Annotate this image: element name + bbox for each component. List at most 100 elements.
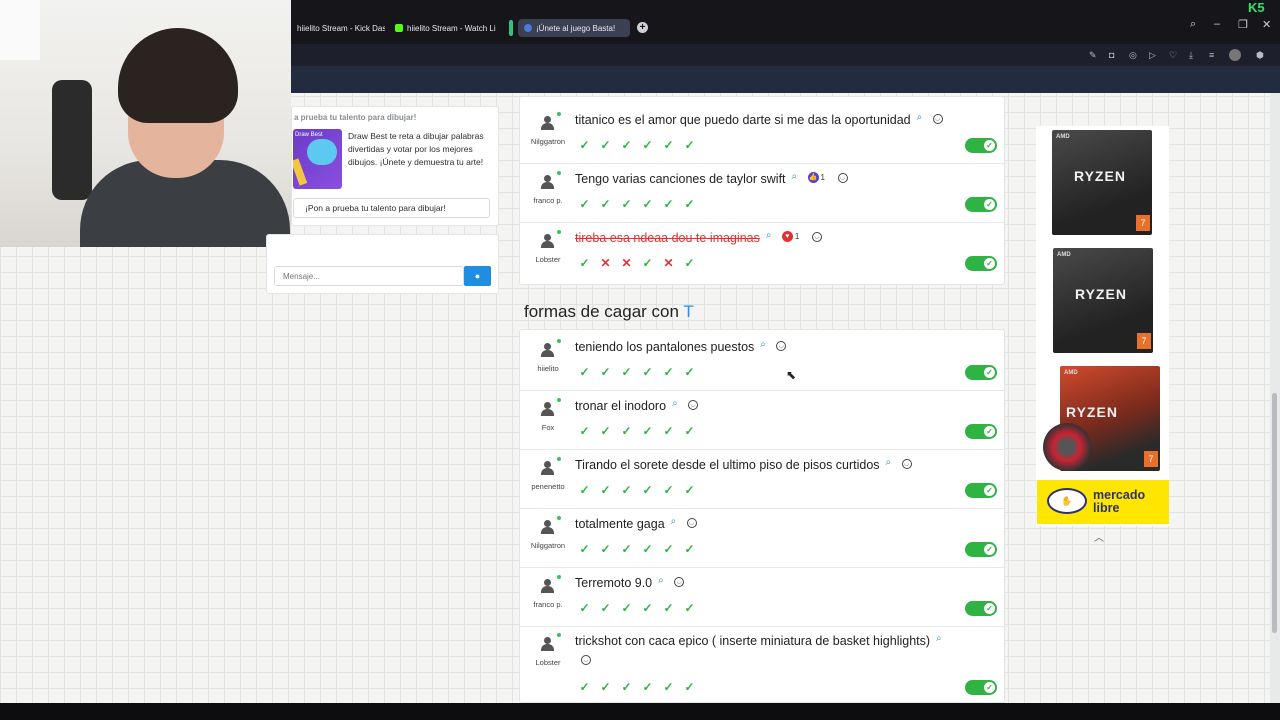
validity-toggle[interactable]: ✓ [965, 601, 997, 616]
validity-toggle[interactable]: ✓ [965, 680, 997, 695]
profile-avatar-icon[interactable] [1229, 49, 1241, 61]
magnifier-icon[interactable]: ⌕ [886, 457, 892, 468]
validity-toggle[interactable]: ✓ [965, 256, 997, 271]
check-icon[interactable]: ✓ [578, 424, 591, 438]
heart-reaction[interactable]: ♥ 1 [781, 231, 799, 242]
check-icon[interactable]: ✓ [620, 483, 633, 497]
check-icon[interactable]: ✓ [662, 601, 675, 615]
like-reaction[interactable]: 👍 1 [807, 172, 825, 183]
check-icon[interactable]: ✓ [599, 365, 612, 379]
search-icon[interactable]: ⌕ [1190, 18, 1196, 31]
tab-basta-game[interactable]: ¡Únete al juego Basta! [518, 19, 630, 37]
check-icon[interactable]: ✓ [578, 542, 591, 556]
smiley-icon[interactable]: ◡ [901, 459, 912, 469]
chevron-up-icon[interactable]: ︿ [1094, 529, 1104, 544]
check-icon[interactable]: ✓ [599, 601, 612, 615]
check-icon[interactable]: ✓ [578, 256, 591, 270]
smiley-icon[interactable]: ◡ [581, 655, 591, 665]
check-icon[interactable]: ✓ [599, 138, 612, 152]
check-icon[interactable]: ✓ [578, 601, 591, 615]
smiley-icon[interactable]: ◡ [837, 173, 848, 183]
check-icon[interactable]: ✓ [683, 256, 696, 270]
magnifier-icon[interactable]: ⌕ [658, 575, 664, 586]
check-icon[interactable]: ✓ [599, 542, 612, 556]
smiley-icon[interactable]: ◡ [686, 518, 697, 528]
check-icon[interactable]: ✓ [620, 365, 633, 379]
download-icon[interactable]: ⤓ [1189, 50, 1193, 61]
product-box-2[interactable]: AMD RYZEN 7 [1053, 248, 1153, 353]
check-icon[interactable]: ✓ [599, 483, 612, 497]
check-icon[interactable]: ✓ [683, 542, 696, 556]
minimize-icon[interactable]: – [1214, 18, 1220, 30]
check-icon[interactable]: ✓ [641, 601, 654, 615]
check-icon[interactable]: ✓ [641, 483, 654, 497]
check-icon[interactable]: ✓ [683, 365, 696, 379]
message-input[interactable] [274, 266, 464, 286]
check-icon[interactable]: ✓ [641, 365, 654, 379]
check-icon[interactable]: ✓ [620, 197, 633, 211]
check-icon[interactable]: ✓ [599, 197, 612, 211]
check-icon[interactable]: ✓ [683, 424, 696, 438]
menu-icon[interactable]: ≡ [1209, 50, 1214, 60]
check-icon[interactable]: ✓ [620, 138, 633, 152]
check-icon[interactable]: ✓ [662, 483, 675, 497]
smiley-icon[interactable]: ◡ [688, 400, 699, 410]
restore-icon[interactable]: ❐ [1238, 18, 1248, 31]
check-icon[interactable]: ✓ [662, 365, 675, 379]
magnifier-icon[interactable]: ⌕ [936, 633, 942, 644]
check-icon[interactable]: ✓ [641, 197, 654, 211]
mercado-libre-logo[interactable]: ✋ mercado libre [1037, 480, 1169, 524]
new-tab-button[interactable]: + [637, 22, 648, 33]
camera-icon[interactable]: ◘ [1109, 50, 1114, 60]
smiley-icon[interactable]: ◡ [932, 114, 943, 124]
check-icon[interactable]: ✓ [578, 680, 591, 694]
check-icon[interactable]: ✓ [662, 680, 675, 694]
validity-toggle[interactable]: ✓ [965, 365, 997, 380]
check-icon[interactable]: ✓ [662, 197, 675, 211]
check-icon[interactable]: ✓ [683, 680, 696, 694]
tab-kick-dashboard[interactable]: hiielito Stream - Kick Dash [291, 19, 385, 37]
magnifier-icon[interactable]: ⌕ [792, 171, 798, 182]
check-icon[interactable]: ✓ [578, 197, 591, 211]
extensions-icon[interactable]: ⬢ [1256, 50, 1264, 61]
send-button[interactable]: ● [464, 266, 491, 286]
magnifier-icon[interactable]: ⌕ [766, 230, 772, 241]
check-icon[interactable]: ✓ [662, 542, 675, 556]
check-icon[interactable]: ✓ [683, 197, 696, 211]
magnifier-icon[interactable]: ⌕ [672, 398, 678, 409]
close-icon[interactable]: ✕ [1262, 18, 1271, 31]
smiley-icon[interactable]: ◡ [811, 232, 822, 242]
check-icon[interactable]: ✓ [641, 680, 654, 694]
check-icon[interactable]: ✓ [620, 680, 633, 694]
page-scrollbar[interactable] [1270, 93, 1280, 703]
check-icon[interactable]: ✓ [620, 542, 633, 556]
check-icon[interactable]: ✓ [578, 138, 591, 152]
scrollbar-thumb[interactable] [1272, 393, 1277, 633]
x-icon[interactable]: ✕ [662, 256, 675, 270]
validity-toggle[interactable]: ✓ [965, 483, 997, 498]
check-icon[interactable]: ✓ [578, 365, 591, 379]
validity-toggle[interactable]: ✓ [965, 138, 997, 153]
play-icon[interactable]: ▷ [1149, 50, 1156, 61]
validity-toggle[interactable]: ✓ [965, 197, 997, 212]
check-icon[interactable]: ✓ [683, 601, 696, 615]
x-icon[interactable]: ✕ [620, 256, 633, 270]
product-box-1[interactable]: AMD RYZEN 7 [1052, 130, 1152, 235]
check-icon[interactable]: ✓ [641, 542, 654, 556]
draw-best-thumbnail[interactable]: Draw Best [293, 129, 342, 189]
check-icon[interactable]: ✓ [620, 424, 633, 438]
check-icon[interactable]: ✓ [620, 601, 633, 615]
check-icon[interactable]: ✓ [683, 138, 696, 152]
validity-toggle[interactable]: ✓ [965, 424, 997, 439]
magnifier-icon[interactable]: ⌕ [760, 339, 766, 350]
check-icon[interactable]: ✓ [662, 138, 675, 152]
shield-icon[interactable]: ◎ [1129, 50, 1137, 61]
check-icon[interactable]: ✓ [641, 424, 654, 438]
check-icon[interactable]: ✓ [599, 424, 612, 438]
check-icon[interactable]: ✓ [578, 483, 591, 497]
promo-button[interactable]: ¡Pon a prueba tu talento para dibujar! [293, 198, 490, 218]
validity-toggle[interactable]: ✓ [965, 542, 997, 557]
heart-icon[interactable]: ♡ [1169, 50, 1177, 61]
tab-kick-watch[interactable]: hiielito Stream - Watch Li [389, 19, 499, 37]
check-icon[interactable]: ✓ [599, 680, 612, 694]
